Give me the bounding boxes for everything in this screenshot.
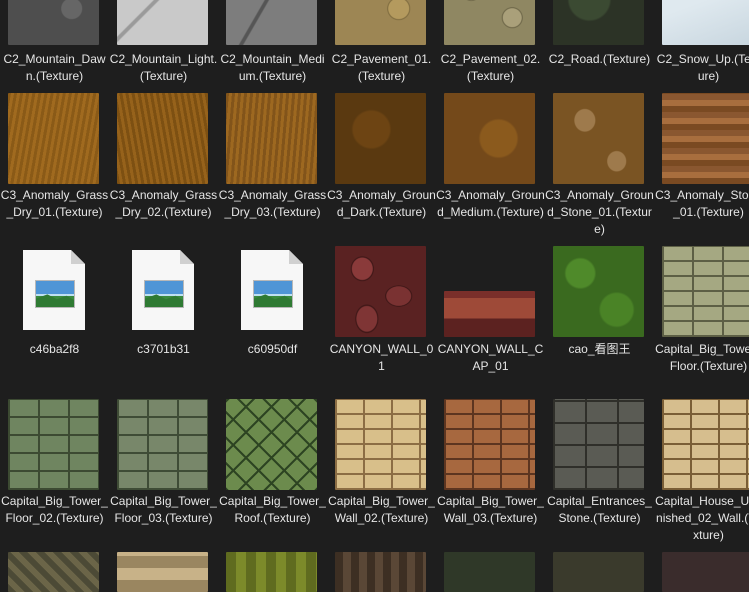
file-item[interactable]: c46ba2f8	[0, 245, 109, 395]
file-name: Capital_Big_Tower_Wall_02.(Texture)	[328, 494, 435, 525]
file-name: Capital_Big_Tower_Roof.(Texture)	[219, 494, 326, 525]
file-name: C3_Anomaly_Stone_01.(Texture)	[655, 188, 749, 219]
file-name: C3_Anomaly_Ground_Medium.(Texture)	[436, 188, 545, 219]
file-name: C2_Mountain_Medium.(Texture)	[220, 52, 325, 83]
texture-thumbnail	[117, 93, 208, 184]
file-item[interactable]	[218, 551, 327, 592]
file-item[interactable]: C3_Anomaly_Ground_Dark.(Texture)	[327, 92, 436, 242]
file-grid: C2_Mountain_Dawn.(Texture) C2_Mountain_L…	[0, 0, 749, 592]
file-name: Capital_Entrances_Stone.(Texture)	[547, 494, 652, 525]
texture-thumbnail	[226, 552, 317, 592]
file-name: CANYON_WALL_01	[329, 342, 434, 373]
file-item[interactable]: C2_Mountain_Light.(Texture)	[109, 0, 218, 92]
texture-thumbnail	[335, 93, 426, 184]
file-item[interactable]: C2_Pavement_01.(Texture)	[327, 0, 436, 92]
image-file-icon	[241, 250, 303, 330]
file-name: C2_Road.(Texture)	[548, 52, 651, 66]
file-item[interactable]: C2_Mountain_Dawn.(Texture)	[0, 0, 109, 92]
file-item[interactable]: C2_Road.(Texture)	[545, 0, 654, 92]
file-item[interactable]: C2_Snow_Up.(Texture)	[654, 0, 749, 92]
file-item[interactable]: Capital_Big_Tower_Floor.(Texture)	[654, 245, 749, 395]
file-name: C3_Anomaly_Ground_Stone_01.(Texture)	[545, 188, 654, 236]
file-name: C2_Mountain_Dawn.(Texture)	[3, 52, 106, 83]
texture-thumbnail	[553, 552, 644, 592]
file-item[interactable]: C3_Anomaly_Grass_Dry_02.(Texture)	[109, 92, 218, 242]
file-item[interactable]: C3_Anomaly_Grass_Dry_03.(Texture)	[218, 92, 327, 242]
file-name: Capital_Big_Tower_Floor.(Texture)	[655, 342, 749, 373]
image-file-icon	[23, 250, 85, 330]
file-item[interactable]: C3_Anomaly_Stone_01.(Texture)	[654, 92, 749, 242]
texture-thumbnail	[8, 552, 99, 592]
texture-thumbnail	[553, 0, 644, 45]
file-item[interactable]: c3701b31	[109, 245, 218, 395]
texture-thumbnail	[226, 0, 317, 45]
file-name: Capital_Big_Tower_Floor_03.(Texture)	[110, 494, 217, 525]
image-file-icon	[132, 250, 194, 330]
texture-thumbnail	[662, 552, 749, 592]
file-item[interactable]	[109, 551, 218, 592]
file-name: C2_Pavement_02.(Texture)	[440, 52, 541, 83]
texture-thumbnail	[444, 0, 535, 45]
file-name: cao_看图王	[568, 342, 631, 356]
texture-thumbnail	[553, 246, 644, 337]
file-name: Capital_Big_Tower_Wall_03.(Texture)	[437, 494, 544, 525]
texture-thumbnail	[444, 93, 535, 184]
texture-thumbnail	[8, 399, 99, 490]
file-item[interactable]: C3_Anomaly_Grass_Dry_01.(Texture)	[0, 92, 109, 242]
texture-thumbnail	[662, 246, 749, 337]
texture-thumbnail	[335, 246, 426, 337]
file-item[interactable]: Capital_Entrances_Stone.(Texture)	[545, 398, 654, 548]
file-name: CANYON_WALL_CAP_01	[437, 342, 544, 373]
file-item[interactable]	[436, 551, 545, 592]
file-item[interactable]	[545, 551, 654, 592]
file-name: Capital_Big_Tower_Floor_02.(Texture)	[1, 494, 108, 525]
texture-thumbnail	[8, 93, 99, 184]
file-name: C3_Anomaly_Ground_Dark.(Texture)	[327, 188, 436, 219]
texture-thumbnail	[117, 552, 208, 592]
texture-thumbnail	[335, 399, 426, 490]
file-name: C2_Snow_Up.(Texture)	[656, 52, 749, 83]
file-item[interactable]: Capital_Big_Tower_Roof.(Texture)	[218, 398, 327, 548]
file-item[interactable]: Capital_House_Unfinished_02_Wall.(Textur…	[654, 398, 749, 548]
texture-thumbnail	[335, 0, 426, 45]
file-item[interactable]: Capital_Big_Tower_Wall_02.(Texture)	[327, 398, 436, 548]
texture-thumbnail	[226, 93, 317, 184]
file-name: C2_Pavement_01.(Texture)	[331, 52, 432, 83]
file-name: c60950df	[247, 342, 298, 356]
texture-thumbnail	[444, 291, 535, 337]
texture-thumbnail	[226, 399, 317, 490]
file-item[interactable]: CANYON_WALL_CAP_01	[436, 245, 545, 395]
file-name: C2_Mountain_Light.(Texture)	[109, 52, 218, 83]
file-item[interactable]: Capital_Big_Tower_Wall_03.(Texture)	[436, 398, 545, 548]
texture-thumbnail	[335, 552, 426, 592]
texture-thumbnail	[553, 399, 644, 490]
file-item[interactable]: C3_Anomaly_Ground_Stone_01.(Texture)	[545, 92, 654, 242]
texture-thumbnail	[444, 552, 535, 592]
texture-thumbnail	[8, 0, 99, 45]
file-item[interactable]: cao_看图王	[545, 245, 654, 395]
file-name: Capital_House_Unfinished_02_Wall.(Textur…	[655, 494, 749, 542]
texture-thumbnail	[662, 93, 749, 184]
file-item[interactable]	[327, 551, 436, 592]
texture-thumbnail	[662, 0, 749, 45]
file-name: C3_Anomaly_Grass_Dry_03.(Texture)	[218, 188, 327, 219]
file-name: C3_Anomaly_Grass_Dry_02.(Texture)	[109, 188, 218, 219]
file-item[interactable]: CANYON_WALL_01	[327, 245, 436, 395]
file-item[interactable]: c60950df	[218, 245, 327, 395]
texture-thumbnail	[117, 399, 208, 490]
file-item[interactable]: C2_Pavement_02.(Texture)	[436, 0, 545, 92]
texture-thumbnail	[444, 399, 535, 490]
file-name: C3_Anomaly_Grass_Dry_01.(Texture)	[0, 188, 109, 219]
texture-thumbnail	[553, 93, 644, 184]
file-item[interactable]: Capital_Big_Tower_Floor_02.(Texture)	[0, 398, 109, 548]
file-item[interactable]	[654, 551, 749, 592]
file-item[interactable]: C2_Mountain_Medium.(Texture)	[218, 0, 327, 92]
texture-thumbnail	[117, 0, 208, 45]
file-item[interactable]: C3_Anomaly_Ground_Medium.(Texture)	[436, 92, 545, 242]
texture-thumbnail	[662, 399, 749, 490]
file-name: c3701b31	[137, 342, 190, 356]
file-item[interactable]: Capital_Big_Tower_Floor_03.(Texture)	[109, 398, 218, 548]
file-item[interactable]	[0, 551, 109, 592]
file-name: c46ba2f8	[29, 342, 80, 356]
